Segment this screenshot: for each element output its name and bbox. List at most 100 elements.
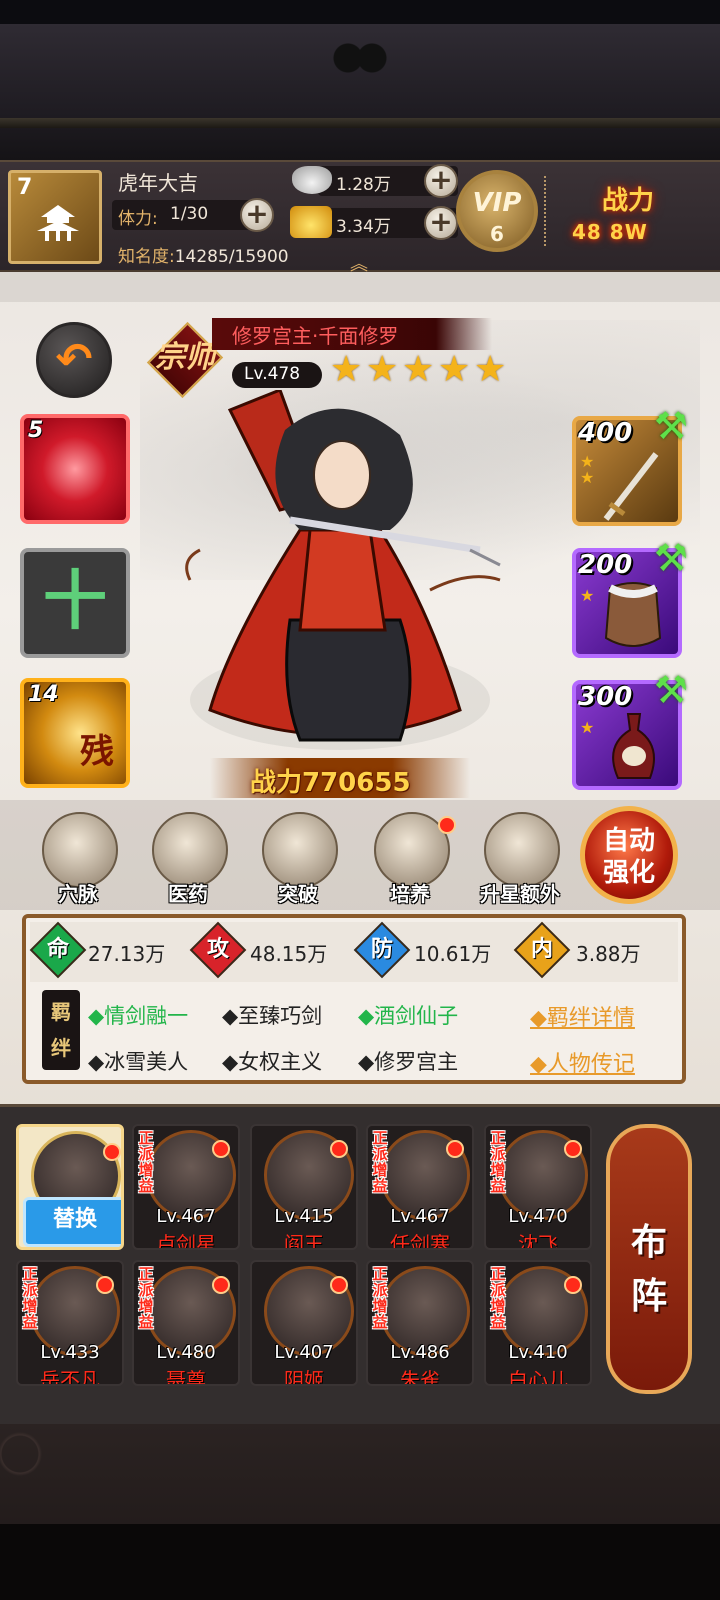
notification-dot bbox=[446, 1140, 464, 1158]
hero-name: 修罗宫主·千面修罗 bbox=[232, 324, 399, 348]
member-name: 阴姬 bbox=[284, 1368, 324, 1386]
member-level: Lv.433 bbox=[40, 1342, 100, 1363]
righteous-buff-tag: 正派增益 bbox=[490, 1265, 506, 1331]
righteous-buff-tag: 正派增益 bbox=[22, 1265, 38, 1331]
star-extra-button[interactable]: 升星额外 bbox=[480, 812, 560, 906]
meridian-button[interactable]: 穴脉 bbox=[38, 812, 118, 906]
team-member[interactable]: Lv.415 阎王 bbox=[250, 1124, 358, 1250]
star-icon: ★ bbox=[438, 349, 471, 390]
vip-label: VIP bbox=[472, 188, 522, 218]
inner-label: 内 bbox=[530, 937, 553, 962]
star-icon: ★ bbox=[580, 468, 595, 487]
panel-top-band bbox=[0, 272, 720, 302]
player-avatar[interactable]: 7 bbox=[8, 170, 102, 264]
hp-value: 27.13万 bbox=[88, 942, 166, 966]
member-name: 阎王 bbox=[284, 1232, 324, 1250]
star-icon: ★ bbox=[366, 349, 399, 390]
star-icon: ★ bbox=[330, 349, 363, 390]
member-level: Lv.480 bbox=[156, 1342, 216, 1363]
empty-slot[interactable]: 十 bbox=[20, 548, 130, 658]
bond-item: ◆修罗宫主 bbox=[358, 1050, 459, 1074]
add-silver-button[interactable]: + bbox=[424, 164, 458, 198]
expand-header-icon[interactable]: ︽ bbox=[344, 250, 374, 275]
function-label: 升星额外 bbox=[480, 882, 560, 906]
roof-ornament bbox=[300, 26, 420, 106]
team-member[interactable]: 正派增益 Lv.480 聂尊 bbox=[132, 1260, 240, 1386]
bottom-bar bbox=[0, 1524, 720, 1600]
team-member[interactable]: 正派增益 Lv.410 白心儿 bbox=[484, 1260, 592, 1386]
member-name: 卢剑星 bbox=[156, 1232, 216, 1250]
upgrade-hammer-icon[interactable]: ⚒ bbox=[654, 404, 698, 448]
star-icon: ★ bbox=[474, 349, 507, 390]
medicine-button[interactable]: 医药 bbox=[148, 812, 228, 906]
biography-link[interactable]: ◆人物传记 bbox=[530, 1046, 635, 1078]
notification-dot bbox=[330, 1276, 348, 1294]
member-level: Lv.415 bbox=[274, 1206, 334, 1227]
add-gold-button[interactable]: + bbox=[424, 206, 458, 240]
righteous-buff-tag: 正派增益 bbox=[372, 1129, 388, 1195]
upgrade-hammer-icon[interactable]: ⚒ bbox=[654, 536, 698, 580]
notification-dot bbox=[103, 1143, 121, 1161]
team-slot-selected[interactable]: 替换 bbox=[16, 1124, 124, 1250]
notification-dot bbox=[564, 1276, 582, 1294]
star-icon: ★ bbox=[580, 586, 595, 605]
member-level: Lv.410 bbox=[508, 1342, 568, 1363]
member-level: Lv.470 bbox=[508, 1206, 568, 1227]
member-name: 沈飞 bbox=[518, 1232, 558, 1250]
notification-dot bbox=[212, 1276, 230, 1294]
bond-item: ◆酒剑仙子 bbox=[358, 1004, 459, 1028]
team-member[interactable]: 正派增益 Lv.467 任剑寒 bbox=[366, 1124, 474, 1250]
star-icon: ★ bbox=[580, 718, 595, 737]
attack-label: 攻 bbox=[206, 937, 229, 962]
hero-level: Lv.478 bbox=[244, 364, 301, 384]
breakthrough-button[interactable]: 突破 bbox=[258, 812, 338, 906]
hero-portrait[interactable] bbox=[170, 390, 510, 760]
team-member[interactable]: 正派增益 Lv.467 卢剑星 bbox=[132, 1124, 240, 1250]
bond-item: ◆至臻巧剑 bbox=[222, 1004, 323, 1028]
team-member[interactable]: 正派增益 Lv.486 朱雀 bbox=[366, 1260, 474, 1386]
member-level: Lv.486 bbox=[390, 1342, 450, 1363]
header-divider bbox=[544, 176, 552, 246]
notification-dot bbox=[96, 1276, 114, 1294]
defense-value: 10.61万 bbox=[414, 942, 492, 966]
replace-button[interactable]: 替换 bbox=[23, 1197, 121, 1247]
bond-item: ◆情剑融一 bbox=[88, 1004, 189, 1028]
formation-label: 布阵 bbox=[630, 1222, 667, 1317]
upgrade-hammer-icon[interactable]: ⚒ bbox=[654, 668, 698, 712]
formation-button[interactable]: 布阵 bbox=[606, 1124, 692, 1394]
notification-dot bbox=[212, 1140, 230, 1158]
player-power: 战力 48 8W bbox=[566, 176, 696, 256]
player-power-label: 战力 bbox=[602, 186, 655, 216]
auto-enhance-button[interactable]: 自动 强化 bbox=[580, 806, 678, 904]
righteous-buff-tag: 正派增益 bbox=[372, 1265, 388, 1331]
vip-badge[interactable]: VIP 6 bbox=[456, 170, 538, 252]
function-label: 培养 bbox=[390, 882, 430, 906]
armor-icon bbox=[604, 582, 662, 647]
member-level: Lv.467 bbox=[390, 1206, 450, 1227]
gold-ingot-icon bbox=[290, 206, 332, 238]
back-button[interactable]: ↶ bbox=[36, 322, 112, 398]
silver-value: 1.28万 bbox=[336, 175, 391, 195]
hp-label: 命 bbox=[46, 937, 69, 962]
function-label: 突破 bbox=[278, 882, 318, 906]
team-member[interactable]: Lv.407 阴姬 bbox=[250, 1260, 358, 1386]
fame-label: 知名度: bbox=[118, 247, 175, 267]
bond-details-link[interactable]: ◆羁绊详情 bbox=[530, 1000, 635, 1032]
fragment-mark: 残 bbox=[80, 732, 114, 772]
sword-icon bbox=[603, 452, 659, 521]
meridian-slot[interactable]: 5 bbox=[20, 414, 130, 524]
team-member[interactable]: 正派增益 Lv.433 岳不凡 bbox=[16, 1260, 124, 1386]
add-stamina-button[interactable]: + bbox=[240, 198, 274, 232]
righteous-buff-tag: 正派增益 bbox=[490, 1129, 506, 1195]
relic-slot[interactable]: 14 残 bbox=[20, 678, 130, 788]
member-level: Lv.467 bbox=[156, 1206, 216, 1227]
team-member[interactable]: 正派增益 Lv.470 沈飞 bbox=[484, 1124, 592, 1250]
slot-count: 14 bbox=[28, 682, 59, 707]
add-slot-icon: 十 bbox=[43, 565, 107, 639]
stamina-value: 1/30 bbox=[170, 204, 209, 224]
player-power-value: 48 8W bbox=[572, 220, 648, 244]
member-name: 朱雀 bbox=[400, 1368, 440, 1386]
bond-tag: 羁绊 bbox=[42, 990, 80, 1070]
breakthrough-icon bbox=[262, 812, 338, 888]
gold-value: 3.34万 bbox=[336, 217, 391, 237]
